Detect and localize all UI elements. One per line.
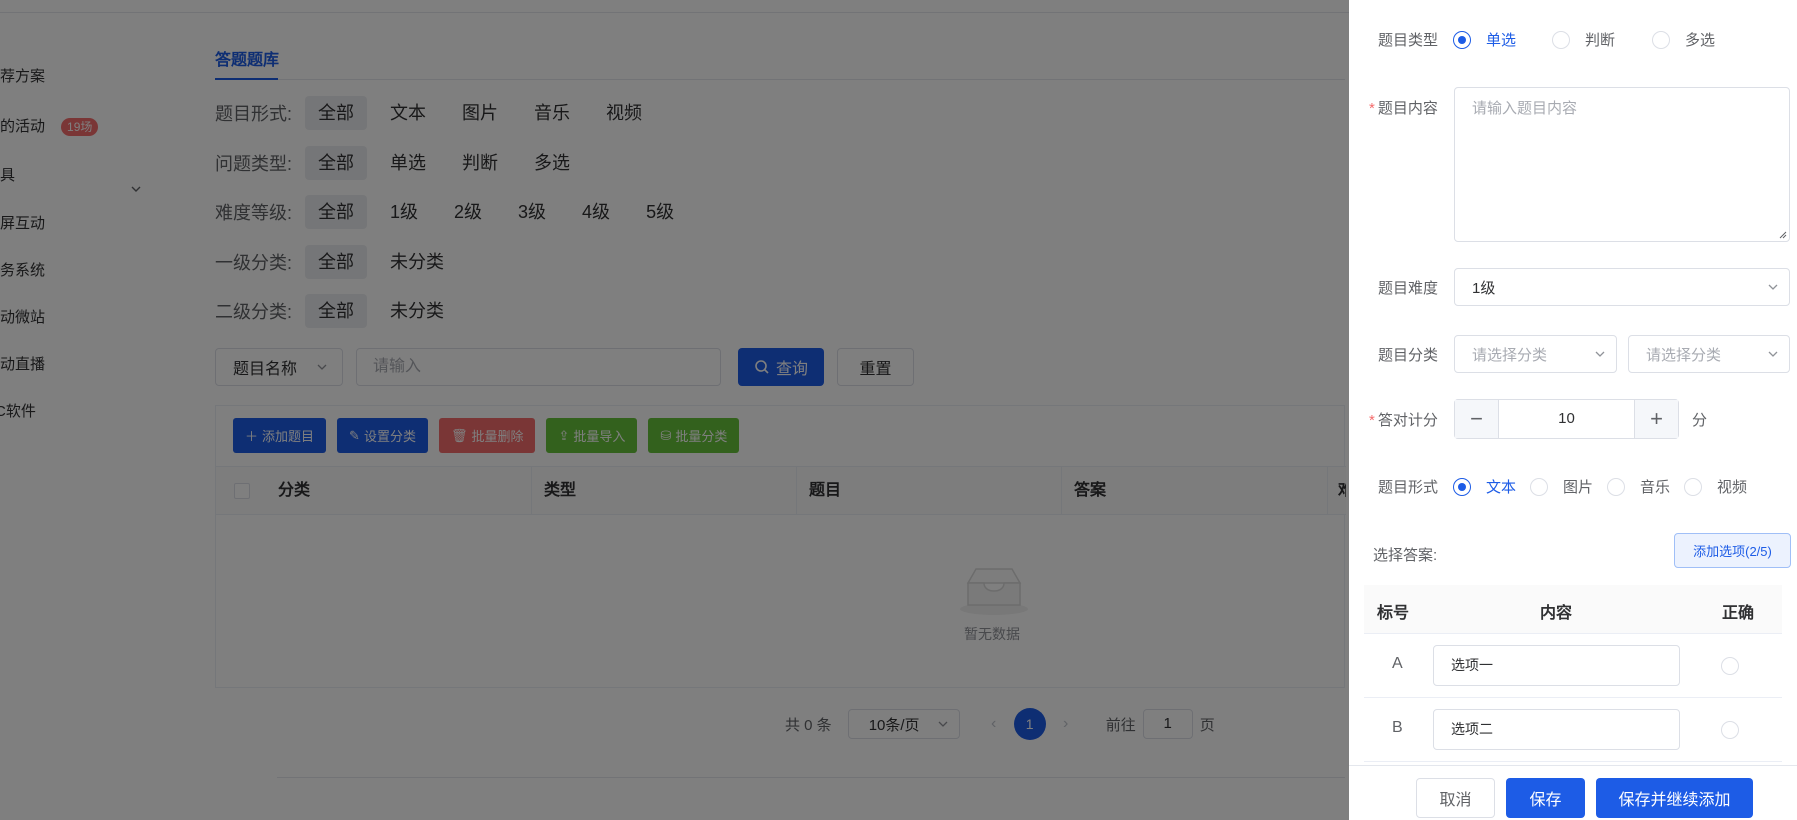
question-content-label: * 题目内容 [1369,97,1438,118]
radio-label: 音乐 [1640,479,1671,496]
difficulty-label: 题目难度 [1378,280,1439,297]
radio-dot [1652,30,1670,49]
radio-dot [1552,30,1570,49]
category-level1-select[interactable]: 请选择分类 [1454,335,1617,373]
cancel-button[interactable]: 取消 [1416,778,1495,818]
options-table: 标号 内容 正确 A 选项一 B 选项二 [1364,585,1782,762]
radio-label: 文本 [1486,479,1517,496]
add-question-drawer: 题目类型 单选 判断 多选 * 题目内容 请输入题目内容 题目难度 1级 题目分类… [1349,0,1797,820]
difficulty-value: 1级 [1472,279,1496,297]
category-label: 题目分类 [1378,347,1439,364]
question-form-label: 题目形式 [1378,479,1439,496]
option-content-input[interactable]: 选项二 [1433,709,1680,750]
category-level2-select[interactable]: 请选择分类 [1628,335,1790,373]
chevron-down-icon [1595,351,1605,357]
radio-label: 视频 [1717,479,1748,496]
radio-single-choice[interactable]: 单选 [1453,29,1516,50]
question-content-placeholder: 请输入题目内容 [1472,100,1578,117]
column-header-label: 标号 [1377,605,1410,622]
radio-form-video[interactable]: 视频 [1684,476,1747,497]
increase-button[interactable]: + [1634,400,1678,438]
option-content-input[interactable]: 选项一 [1433,645,1680,686]
chevron-down-icon [1768,351,1778,357]
radio-dot [1607,477,1625,496]
required-mark: * [1369,412,1375,429]
save-and-continue-button[interactable]: 保存并继续添加 [1596,778,1753,818]
radio-dot [1453,30,1471,49]
column-header-correct: 正确 [1722,605,1755,622]
radio-form-image[interactable]: 图片 [1530,476,1593,497]
option-row-a: A 选项一 [1364,634,1782,698]
radio-dot [1530,477,1548,496]
score-label: * 答对计分 [1369,409,1438,430]
answers-label: 选择答案: [1373,547,1438,564]
question-type-label: 题目类型 [1378,32,1439,49]
radio-multiple-choice[interactable]: 多选 [1652,29,1715,50]
radio-label: 图片 [1563,479,1594,496]
radio-dot [1453,477,1471,496]
options-table-header: 标号 内容 正确 [1364,585,1782,634]
add-option-button[interactable]: 添加选项(2/5) [1674,533,1791,568]
radio-form-text[interactable]: 文本 [1453,476,1516,497]
drawer-footer: 取消 保存 保存并继续添加 [1349,765,1797,820]
column-header-content: 内容 [1540,605,1573,622]
category-level1-placeholder: 请选择分类 [1472,346,1548,364]
correct-answer-radio[interactable] [1721,721,1739,739]
category-level2-placeholder: 请选择分类 [1646,346,1722,364]
resize-handle-icon[interactable] [1779,231,1787,239]
radio-label: 判断 [1585,32,1616,49]
correct-answer-radio[interactable] [1721,657,1739,675]
difficulty-select[interactable]: 1级 [1454,268,1790,306]
save-button[interactable]: 保存 [1506,778,1585,818]
option-row-b: B 选项二 [1364,698,1782,762]
radio-label: 单选 [1486,32,1517,49]
score-stepper: − 10 + [1454,399,1679,439]
question-content-textarea[interactable]: 请输入题目内容 [1454,87,1790,242]
radio-label: 多选 [1685,32,1716,49]
chevron-down-icon [1768,284,1778,290]
option-letter: A [1392,655,1403,672]
score-value[interactable]: 10 [1499,400,1634,438]
required-mark: * [1369,100,1375,117]
score-unit: 分 [1692,412,1708,429]
option-letter: B [1392,719,1403,736]
radio-form-music[interactable]: 音乐 [1607,476,1670,497]
radio-true-false[interactable]: 判断 [1552,29,1615,50]
question-content-label-text: 题目内容 [1377,100,1438,117]
score-label-text: 答对计分 [1377,412,1438,429]
radio-dot [1684,477,1702,496]
decrease-button[interactable]: − [1455,400,1499,438]
